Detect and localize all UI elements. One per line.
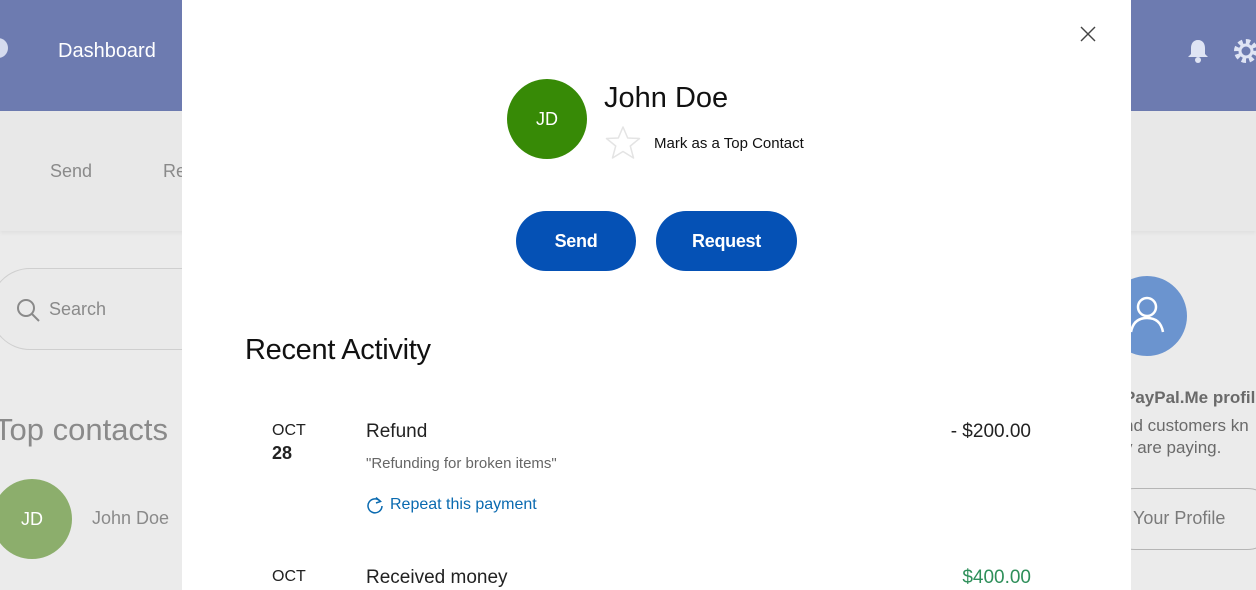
activity-amount: - $200.00 [950,421,1031,442]
contact-name[interactable]: John Doe [92,508,169,529]
star-icon[interactable] [604,124,642,162]
activity-note: "Refunding for broken items" [366,455,557,472]
activity-amount: $400.00 [962,567,1031,588]
search-icon [17,299,40,322]
activity-month: OCT [272,568,306,585]
search-placeholder: Search [49,299,107,319]
paypal-me-description-line: nd customers kn [1124,416,1249,435]
activity-month: OCT [272,422,306,439]
send-tab[interactable]: Send [50,161,92,182]
your-profile-label: Your Profile [1133,508,1226,528]
top-contacts-heading: Top contacts [0,412,169,447]
activity-title: Received money [366,567,508,588]
contact-avatar[interactable]: JD [0,479,72,559]
paypal-me-title: PayPal.Me profil [1124,388,1256,407]
activity-day: 28 [272,443,293,463]
send-button[interactable]: Send [516,211,636,271]
request-button[interactable]: Request [656,211,797,271]
refresh-icon [367,496,383,514]
bell-icon[interactable] [1186,38,1210,64]
user-icon [1129,296,1165,333]
mark-top-contact-label[interactable]: Mark as a Top Contact [654,135,804,152]
close-icon[interactable] [1078,24,1098,44]
contact-name: John Doe [604,82,729,114]
repeat-payment-label: Repeat this payment [390,496,537,513]
logo-icon[interactable] [0,38,8,58]
recent-activity-heading: Recent Activity [245,334,431,366]
contact-avatar: JD [507,79,587,159]
activity-title: Refund [366,421,428,442]
dashboard-link[interactable]: Dashboard [58,40,156,63]
contact-modal: JD John Doe Mark as a Top Contact Send R… [182,0,1131,590]
paypal-me-description-line: y are paying. [1124,438,1222,457]
repeat-payment-link[interactable]: Repeat this payment [366,496,537,514]
gear-icon[interactable] [1233,38,1256,64]
